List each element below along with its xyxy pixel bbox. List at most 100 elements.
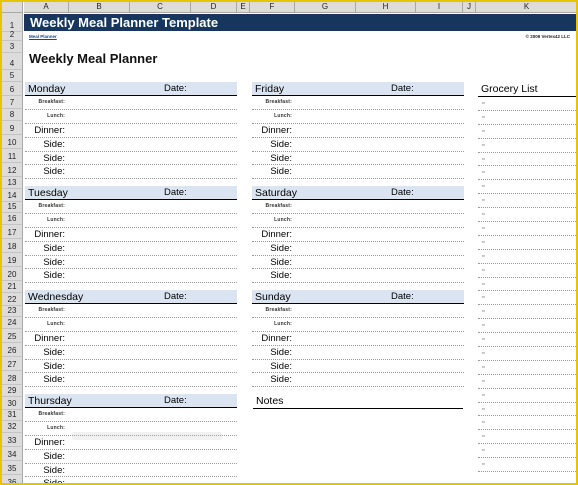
row-header[interactable]: 29	[2, 385, 23, 397]
row-header[interactable]: 7	[2, 96, 23, 109]
row-header[interactable]: 30	[2, 397, 23, 410]
row-header[interactable]: 34	[2, 447, 23, 461]
row-header[interactable]: 22	[2, 293, 23, 306]
row-header[interactable]: 10	[2, 135, 23, 149]
side-row[interactable]: Side:	[25, 450, 237, 464]
grocery-item[interactable]: ▫	[478, 139, 576, 153]
row-header[interactable]: 2	[2, 30, 23, 41]
dinner-row[interactable]: Dinner:	[252, 228, 464, 242]
column-header-d[interactable]: D	[191, 2, 237, 13]
row-header[interactable]: 28	[2, 371, 23, 385]
row-header[interactable]: 36	[2, 475, 23, 483]
grocery-item[interactable]: ▫	[478, 166, 576, 181]
column-header-j[interactable]: J	[463, 2, 476, 13]
grocery-item[interactable]: ▫	[478, 389, 576, 403]
dinner-row[interactable]: Dinner:	[25, 332, 237, 346]
side-row[interactable]: Side:	[252, 346, 464, 360]
row-header[interactable]: 32	[2, 421, 23, 433]
row-header[interactable]: 35	[2, 461, 23, 475]
select-all-corner[interactable]	[2, 2, 23, 13]
lunch-row[interactable]: Lunch:	[25, 214, 237, 228]
grocery-item[interactable]: ▫	[478, 403, 576, 417]
meal-planner-link[interactable]: Meal Planner	[29, 34, 57, 39]
breakfast-row[interactable]: Breakfast:	[252, 200, 464, 214]
side-row[interactable]: Side:	[252, 373, 464, 388]
breakfast-row[interactable]: Breakfast:	[252, 304, 464, 318]
grocery-item[interactable]: ▫	[478, 347, 576, 361]
column-header-h[interactable]: H	[356, 2, 416, 13]
grocery-item[interactable]: ▫	[478, 319, 576, 334]
grocery-item[interactable]: ▫	[478, 458, 576, 473]
row-header[interactable]: 11	[2, 149, 23, 163]
dinner-row[interactable]: Dinner:	[252, 332, 464, 346]
column-header-b[interactable]: B	[69, 2, 130, 13]
grocery-item[interactable]: ▫	[478, 278, 576, 292]
side-row[interactable]: Side:	[25, 360, 237, 374]
grocery-item[interactable]: ▫	[478, 236, 576, 250]
grocery-item[interactable]: ▫	[478, 250, 576, 264]
row-header[interactable]: 24	[2, 317, 23, 329]
side-row[interactable]: Side:	[252, 269, 464, 284]
grocery-item[interactable]: ▫	[478, 430, 576, 445]
grocery-item[interactable]: ▫	[478, 416, 576, 431]
breakfast-row[interactable]: Breakfast:	[252, 96, 464, 110]
dinner-row[interactable]: Dinner:	[25, 124, 237, 138]
row-header[interactable]: 18	[2, 239, 23, 253]
side-row[interactable]: Side:	[252, 360, 464, 374]
row-header[interactable]: 27	[2, 357, 23, 371]
row-header[interactable]: 19	[2, 253, 23, 267]
grocery-item[interactable]: ▫	[478, 125, 576, 139]
column-header-i[interactable]: I	[416, 2, 463, 13]
row-header[interactable]: 20	[2, 267, 23, 281]
row-header[interactable]: 14	[2, 189, 23, 202]
side-row[interactable]: Side:	[25, 242, 237, 256]
grocery-item[interactable]: ▫	[478, 208, 576, 223]
side-row[interactable]: Side:	[25, 373, 237, 388]
side-row[interactable]: Side:	[25, 256, 237, 270]
column-header-c[interactable]: C	[130, 2, 191, 13]
row-header[interactable]: 15	[2, 202, 23, 213]
grocery-item[interactable]: ▫	[478, 194, 576, 209]
side-row[interactable]: Side:	[25, 269, 237, 284]
row-header[interactable]: 21	[2, 281, 23, 293]
grocery-item[interactable]: ▫	[478, 305, 576, 320]
column-header-k[interactable]: K	[476, 2, 576, 13]
side-row[interactable]: Side:	[25, 346, 237, 360]
column-header-g[interactable]: G	[295, 2, 356, 13]
grocery-item[interactable]: ▫	[478, 375, 576, 389]
side-row[interactable]: Side:	[252, 152, 464, 166]
side-row[interactable]: Side:	[25, 477, 237, 483]
grocery-item[interactable]: ▫	[478, 444, 576, 459]
side-row[interactable]: Side:	[25, 165, 237, 180]
grocery-item[interactable]: ▫	[478, 291, 576, 306]
side-row[interactable]: Side:	[252, 165, 464, 180]
side-row[interactable]: Side:	[252, 256, 464, 270]
row-header[interactable]: 4	[2, 53, 23, 70]
breakfast-row[interactable]: Breakfast:	[25, 200, 237, 214]
lunch-row[interactable]: Lunch:	[252, 110, 464, 124]
column-header-a[interactable]: A	[24, 2, 69, 13]
grocery-item[interactable]: ▫	[478, 180, 576, 195]
grocery-item[interactable]: ▫	[478, 361, 576, 375]
grocery-item[interactable]: ▫	[478, 111, 576, 125]
grocery-item[interactable]: ▫	[478, 264, 576, 278]
row-header[interactable]: 9	[2, 121, 23, 135]
row-header[interactable]: 33	[2, 433, 23, 447]
row-header[interactable]: 23	[2, 306, 23, 317]
row-header[interactable]: 8	[2, 109, 23, 121]
breakfast-row[interactable]: Breakfast:	[25, 408, 237, 422]
side-row[interactable]: Side:	[25, 152, 237, 166]
row-header[interactable]: 13	[2, 177, 23, 189]
grocery-item[interactable]: ▫	[478, 333, 576, 348]
row-header[interactable]: 25	[2, 329, 23, 343]
column-header-f[interactable]: F	[250, 2, 295, 13]
lunch-row[interactable]: Lunch:	[25, 318, 237, 332]
side-row[interactable]: Side:	[25, 464, 237, 478]
lunch-row[interactable]: Lunch:	[252, 214, 464, 228]
row-header[interactable]: 3	[2, 41, 23, 53]
dinner-row[interactable]: Dinner:	[252, 124, 464, 138]
breakfast-row[interactable]: Breakfast:	[25, 304, 237, 318]
grocery-item[interactable]: ▫	[478, 222, 576, 236]
row-header[interactable]: 26	[2, 343, 23, 357]
lunch-row[interactable]: Lunch:	[25, 110, 237, 124]
